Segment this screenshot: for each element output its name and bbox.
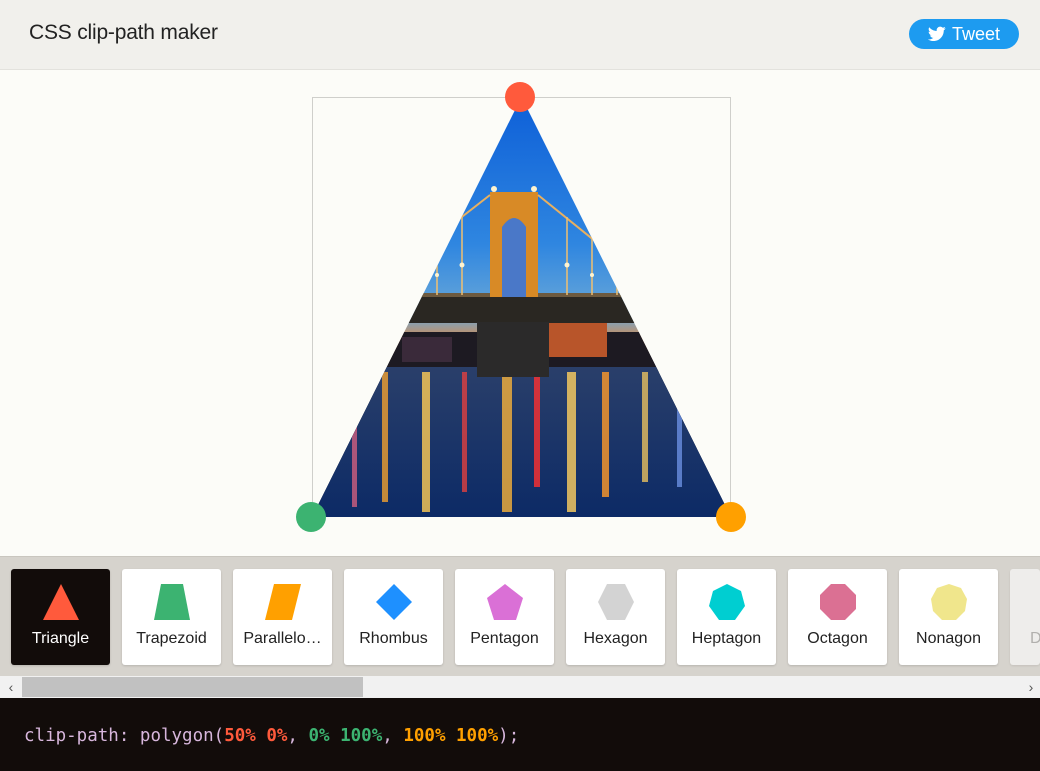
- shape-label: Parallelo…: [243, 630, 322, 647]
- code-function: polygon(: [139, 726, 225, 746]
- shape-label: Trapezoid: [136, 630, 207, 647]
- code-property: clip-path:: [24, 726, 130, 746]
- tweet-label: Tweet: [951, 23, 1001, 44]
- shape-button-trapezoid[interactable]: Trapezoid: [122, 569, 221, 665]
- app-title: CSS clip-path maker: [29, 21, 218, 44]
- nonagon-icon: [931, 584, 967, 620]
- handle-top[interactable]: [505, 82, 535, 112]
- parallelogram-icon: [265, 584, 301, 620]
- clip-path-code[interactable]: clip-path: polygon(50% 0%, 0% 100%, 100%…: [24, 726, 519, 746]
- tweet-button[interactable]: Tweet: [909, 19, 1019, 49]
- code-point-2: 0% 100%: [308, 726, 383, 746]
- shape-label: Rhombus: [359, 630, 428, 647]
- header-bar: CSS clip-path maker Tweet: [0, 0, 1040, 70]
- shape-label: Triangle: [31, 630, 90, 647]
- shape-button-triangle[interactable]: Triangle: [11, 569, 110, 665]
- code-output: clip-path: polygon(50% 0%, 0% 100%, 100%…: [0, 698, 1040, 771]
- editor-stage: [0, 70, 1040, 556]
- hexagon-icon: [598, 584, 634, 620]
- shape-button-rhombus[interactable]: Rhombus: [344, 569, 443, 665]
- shape-button-decagon[interactable]: D: [1010, 569, 1040, 665]
- shape-label: Octagon: [807, 630, 868, 647]
- shape-shelf: Triangle Trapezoid Parallelo… Rhombus Pe…: [0, 556, 1040, 676]
- code-separator: ,: [382, 726, 404, 746]
- shape-label: D: [1030, 630, 1040, 647]
- horizontal-scrollbar[interactable]: ‹ ›: [0, 676, 1040, 698]
- handle-bottom-left[interactable]: [296, 502, 326, 532]
- trapezoid-icon: [154, 584, 190, 620]
- shape-button-hexagon[interactable]: Hexagon: [566, 569, 665, 665]
- heptagon-icon: [709, 584, 745, 620]
- twitter-bird-icon: [927, 26, 946, 42]
- scroll-left-arrow[interactable]: ‹: [0, 676, 22, 698]
- scroll-right-arrow[interactable]: ›: [1020, 676, 1040, 698]
- rhombus-icon: [376, 584, 412, 620]
- code-separator: ,: [287, 726, 309, 746]
- shape-button-heptagon[interactable]: Heptagon: [677, 569, 776, 665]
- shape-button-parallelogram[interactable]: Parallelo…: [233, 569, 332, 665]
- shape-button-nonagon[interactable]: Nonagon: [899, 569, 998, 665]
- octagon-icon: [820, 584, 856, 620]
- handle-bottom-right[interactable]: [716, 502, 746, 532]
- shape-button-octagon[interactable]: Octagon: [788, 569, 887, 665]
- shape-label: Nonagon: [916, 630, 981, 647]
- shape-button-pentagon[interactable]: Pentagon: [455, 569, 554, 665]
- triangle-icon: [43, 584, 79, 620]
- code-point-1: 50% 0%: [224, 726, 288, 746]
- pentagon-icon: [487, 584, 523, 620]
- shape-label: Hexagon: [583, 630, 648, 647]
- shape-label: Pentagon: [470, 630, 539, 647]
- code-point-3: 100% 100%: [403, 726, 499, 746]
- shape-label: Heptagon: [691, 630, 762, 647]
- scrollbar-thumb[interactable]: [22, 677, 363, 697]
- code-close: );: [498, 726, 520, 746]
